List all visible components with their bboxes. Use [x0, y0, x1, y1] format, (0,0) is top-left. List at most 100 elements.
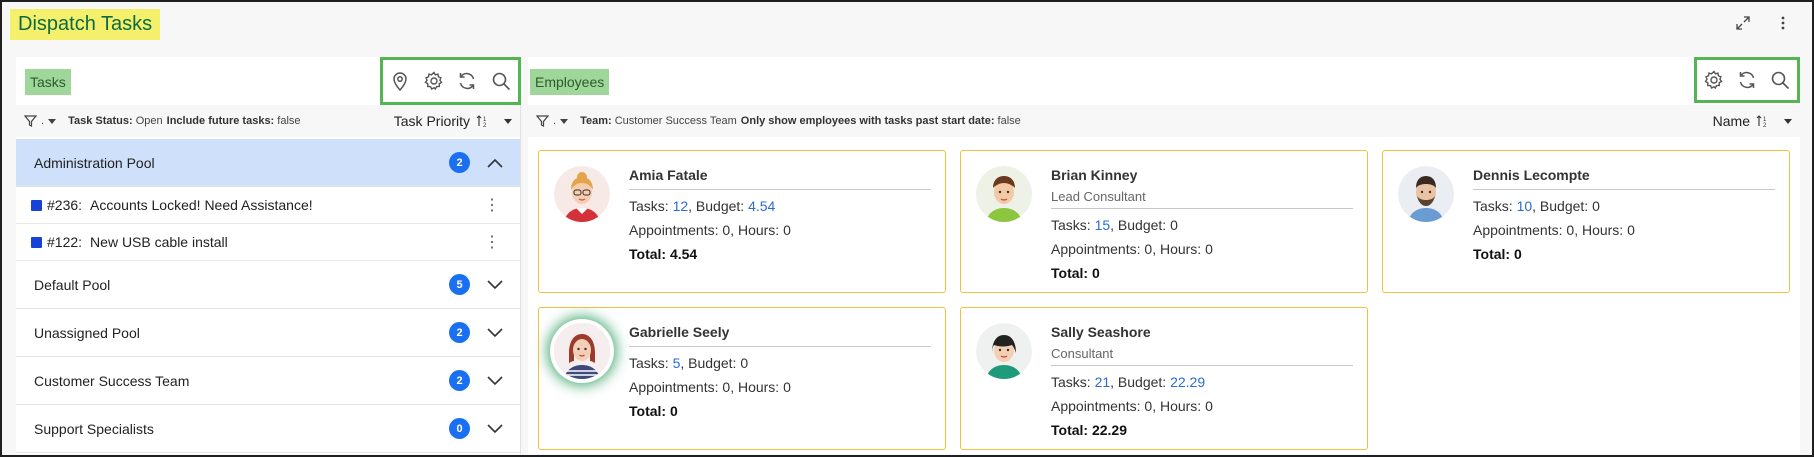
tasks-filter-value: .: [41, 115, 45, 127]
task-sort-control[interactable]: Task Priority 12: [394, 105, 512, 137]
employee-name: Dennis Lecompte: [1473, 167, 1590, 183]
employee-title: Lead Consultant: [1051, 189, 1146, 204]
tasks-panel-label: Tasks: [25, 69, 71, 95]
caret-down-icon: [1784, 118, 1792, 124]
employee-appointments-hours: Appointments: 0, Hours: 0: [1051, 398, 1213, 414]
include-future-filter: Include future tasks: false: [166, 115, 301, 127]
employee-card[interactable]: Gabrielle Seely Tasks: 5, Budget: 0 Appo…: [538, 307, 946, 450]
divider: [1051, 208, 1353, 209]
pool-count-badge: 2: [449, 152, 470, 173]
tasks-link[interactable]: 21: [1095, 374, 1111, 390]
employee-tasks-budget: Tasks: 15, Budget: 0: [1051, 217, 1178, 233]
avatar: [976, 166, 1032, 222]
avatar: [554, 166, 610, 222]
chevron-down-icon[interactable]: [486, 420, 504, 438]
task-title: Accounts Locked! Need Assistance!: [90, 197, 313, 213]
employees-filter-bar: . Team: Customer Success Team Only show …: [528, 105, 1800, 137]
gear-icon[interactable]: [1703, 69, 1725, 91]
employees-panel-label: Employees: [530, 69, 610, 95]
chevron-down-icon[interactable]: [486, 276, 504, 294]
tasks-panel: Tasks . Task Status: Open Include future…: [16, 57, 521, 454]
pool-count-badge: 2: [449, 322, 470, 343]
employee-card[interactable]: Amia Fatale Tasks: 12, Budget: 4.54 Appo…: [538, 150, 946, 293]
employee-appointments-hours: Appointments: 0, Hours: 0: [629, 379, 791, 395]
task-color-marker: [31, 236, 42, 248]
past-start-filter: Only show employees with tasks past star…: [740, 115, 1021, 127]
gear-icon[interactable]: [423, 70, 445, 92]
pool-administration[interactable]: Administration Pool 2: [16, 139, 520, 187]
pool-count-badge: 5: [449, 274, 470, 295]
employee-name: Gabrielle Seely: [629, 324, 730, 340]
employee-sort-label: Name: [1712, 113, 1750, 129]
employee-total: Total: 0: [629, 403, 678, 419]
pool-customer-success[interactable]: Customer Success Team 2: [16, 357, 520, 405]
tasks-link[interactable]: 15: [1095, 217, 1111, 233]
chevron-down-icon[interactable]: [486, 324, 504, 342]
divider: [1473, 189, 1775, 190]
task-sort-label: Task Priority: [393, 113, 470, 129]
task-color-marker: [31, 199, 42, 211]
employee-tasks-budget: Tasks: 21, Budget: 22.29: [1051, 374, 1206, 390]
employee-total: Total: 22.29: [1051, 422, 1128, 438]
caret-down-icon: [48, 118, 57, 124]
employee-appointments-hours: Appointments: 0, Hours: 0: [629, 222, 791, 238]
employee-tasks-budget: Tasks: 5, Budget: 0: [629, 355, 749, 371]
refresh-icon[interactable]: [456, 70, 478, 92]
team-filter: Team: Customer Success Team: [580, 115, 737, 127]
employee-sort-control[interactable]: Name 12: [1713, 105, 1792, 137]
pool-name: Unassigned Pool: [34, 324, 140, 341]
pool-name: Customer Success Team: [34, 372, 190, 389]
employee-info: Gabrielle Seely Tasks: 5, Budget: 0 Appo…: [629, 308, 931, 419]
employees-panel: Employees . Team: Customer Success Team …: [528, 57, 1800, 454]
caret-down-icon: [504, 118, 512, 124]
employee-card[interactable]: Sally Seashore Consultant Tasks: 21, Bud…: [960, 307, 1368, 450]
tasks-filter-bar: . Task Status: Open Include future tasks…: [16, 105, 520, 137]
task-item[interactable]: #122: New USB cable install ⋮: [16, 224, 520, 261]
tasks-filter-dropdown[interactable]: .: [24, 115, 57, 127]
svg-text:2: 2: [483, 123, 487, 128]
search-icon[interactable]: [1769, 69, 1791, 91]
refresh-icon[interactable]: [1736, 69, 1758, 91]
task-number: #236:: [47, 197, 83, 213]
employee-card[interactable]: Brian Kinney Lead Consultant Tasks: 15, …: [960, 150, 1368, 293]
employee-tasks-budget: Tasks: 12, Budget: 4.54: [629, 198, 776, 214]
search-icon[interactable]: [490, 70, 512, 92]
employee-info: Sally Seashore Consultant Tasks: 21, Bud…: [1051, 308, 1353, 438]
employee-appointments-hours: Appointments: 0, Hours: 0: [1051, 241, 1213, 257]
sort-icon: 12: [1756, 115, 1767, 128]
tasks-link[interactable]: 10: [1517, 198, 1533, 214]
employee-name: Sally Seashore: [1051, 324, 1151, 340]
employee-card[interactable]: Dennis Lecompte Tasks: 10, Budget: 0 App…: [1382, 150, 1790, 293]
avatar: [976, 323, 1032, 379]
employee-total: Total: 0: [1051, 265, 1100, 281]
chevron-down-icon[interactable]: [486, 372, 504, 390]
tasks-link[interactable]: 12: [673, 198, 689, 214]
expand-icon[interactable]: [1734, 14, 1752, 32]
pool-count-badge: 0: [449, 418, 470, 439]
app-frame: Dispatch Tasks Tasks . Task Status: Open…: [0, 0, 1814, 457]
tasks-toolbar: [380, 57, 521, 105]
employee-info: Amia Fatale Tasks: 12, Budget: 4.54 Appo…: [629, 151, 931, 262]
employee-name: Amia Fatale: [629, 167, 708, 183]
pool-support-specialists[interactable]: Support Specialists 0: [16, 405, 520, 453]
pool-count-badge: 2: [449, 370, 470, 391]
sort-icon: 12: [476, 115, 487, 128]
task-more-icon[interactable]: ⋮: [482, 232, 502, 252]
chevron-up-icon[interactable]: [486, 154, 504, 172]
kebab-menu-icon[interactable]: [1774, 14, 1792, 32]
task-status-filter: Task Status: Open: [68, 115, 163, 127]
pool-unassigned[interactable]: Unassigned Pool 2: [16, 309, 520, 357]
map-pin-icon[interactable]: [389, 70, 411, 92]
employees-filter-dropdown[interactable]: .: [536, 115, 569, 127]
budget-link[interactable]: 4.54: [748, 198, 775, 214]
task-item[interactable]: #236: Accounts Locked! Need Assistance! …: [16, 187, 520, 224]
employee-name: Brian Kinney: [1051, 167, 1138, 183]
filter-icon: [536, 115, 549, 127]
pool-default[interactable]: Default Pool 5: [16, 261, 520, 309]
employees-filter-value: .: [553, 115, 557, 127]
avatar: [1398, 166, 1454, 222]
task-more-icon[interactable]: ⋮: [482, 195, 502, 215]
employees-toolbar: [1694, 57, 1800, 103]
budget-link[interactable]: 22.29: [1170, 374, 1205, 390]
divider: [629, 189, 931, 190]
